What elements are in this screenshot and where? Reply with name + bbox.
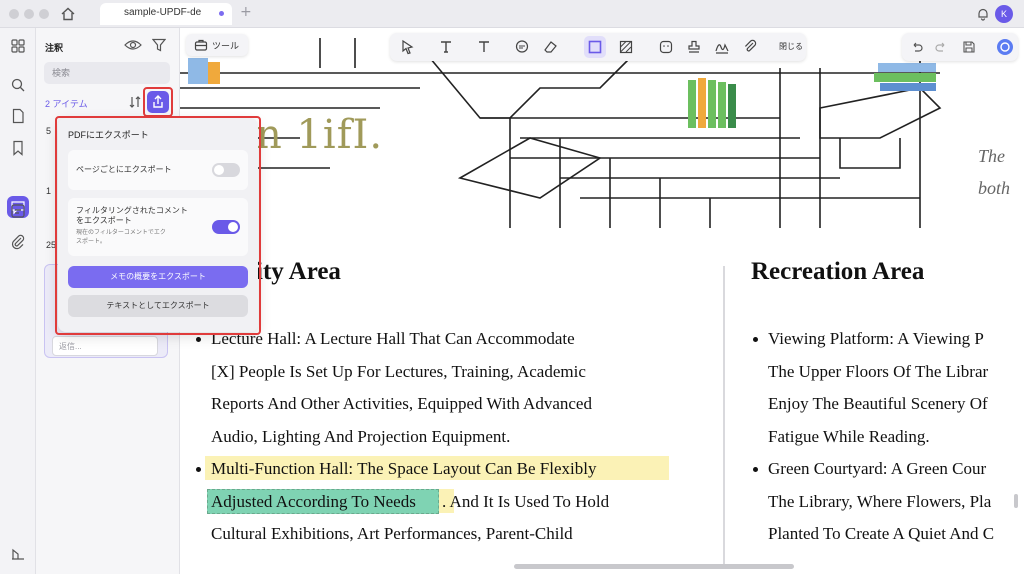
search-icon[interactable] — [10, 77, 26, 93]
eraser-icon[interactable] — [542, 39, 558, 55]
stamp-icon[interactable] — [686, 39, 702, 55]
panel-title: 注釈 — [45, 43, 64, 53]
window-minimize-dot[interactable] — [24, 9, 34, 19]
text-line: [X] People Is Set Up For Lectures, Train… — [211, 362, 586, 381]
text-line: Lecture Hall: A Lecture Hall That Can Ac… — [211, 329, 575, 348]
annotation-toolbar: 閉じる — [390, 33, 806, 61]
toggle-knob — [214, 165, 224, 175]
filtered-comments-hint: 現在のフィルターコメントでエク — [76, 230, 166, 236]
text-line: . And It Is Used To Hold — [442, 492, 610, 511]
window-close-dot[interactable] — [9, 9, 19, 19]
text-line: The Library, Where Flowers, Pla — [768, 492, 992, 511]
signature-icon[interactable] — [714, 39, 730, 55]
page-title-art: n 1ifI. — [256, 112, 384, 158]
rectangle-shape-icon[interactable] — [587, 39, 603, 55]
left-section-heading: ity Area — [256, 258, 341, 285]
text-line: Enjoy The Beautiful Scenery Of — [768, 394, 988, 413]
export-button-callout-frame — [143, 87, 173, 117]
text-line: Fatigue While Reading. — [768, 427, 930, 446]
comment-tool-icon[interactable] — [514, 39, 530, 55]
annotation-search-input[interactable] — [44, 62, 170, 84]
new-tab-plus-icon[interactable]: + — [240, 4, 252, 20]
text-line: Audio, Lighting And Projection Equipment… — [211, 427, 511, 446]
left-tool-rail — [0, 28, 36, 574]
filtered-comments-option: フィルタリングされたコメント をエクスポート 現在のフィルターコメントでエク ス… — [68, 198, 248, 256]
popup-title: PDFにエクスポート — [68, 130, 149, 140]
unsaved-dot-icon — [219, 11, 224, 16]
text-tool-icon[interactable] — [438, 39, 454, 55]
history-toolbar — [902, 33, 1018, 61]
text-line: Viewing Platform: A Viewing P — [768, 329, 984, 348]
document-tab[interactable]: sample-UPDF-de — [100, 3, 232, 25]
per-page-export-label: ページごとにエクスポート — [76, 165, 172, 174]
thumbnails-grid-icon[interactable] — [10, 38, 26, 54]
filtered-comments-label: フィルタリングされたコメント — [76, 206, 188, 215]
textbox-tool-icon[interactable] — [476, 39, 492, 55]
vertical-scrollbar[interactable] — [1014, 494, 1018, 508]
layers-icon[interactable] — [10, 546, 26, 562]
per-page-export-toggle[interactable] — [212, 163, 240, 177]
annotation-count: 2 アイテム — [45, 99, 88, 109]
text-line: Reports And Other Activities, Equipped W… — [211, 394, 592, 413]
sticker-icon[interactable] — [658, 39, 674, 55]
title-bar: sample-UPDF-de + K — [0, 0, 1024, 28]
document-canvas: ツール 閉じる n 1ifI. The both ity Area Recrea… — [180, 28, 1024, 574]
right-section-heading: Recreation Area — [751, 258, 925, 285]
bookmark-icon[interactable] — [10, 140, 26, 156]
bullet — [196, 337, 201, 342]
filtered-comments-hint: スポート。 — [76, 239, 106, 245]
eye-visibility-icon[interactable] — [124, 38, 142, 52]
bell-icon[interactable] — [976, 7, 990, 21]
text-line: Multi-Function Hall: The Space Layout Ca… — [211, 459, 597, 478]
export-as-text-button[interactable]: テキストとしてエクスポート — [68, 295, 248, 317]
page-icon[interactable] — [10, 108, 26, 124]
close-toolbar-button[interactable]: 閉じる — [779, 41, 803, 52]
reply-input[interactable] — [52, 336, 158, 356]
bullet — [753, 467, 758, 472]
home-icon[interactable] — [60, 6, 76, 22]
user-avatar[interactable]: K — [995, 5, 1013, 23]
side-italic-text: both — [978, 178, 1011, 198]
app-window: sample-UPDF-de + K 注釈 検索 2 アイテム 5 1 25 返… — [0, 0, 1024, 574]
ai-assistant-icon[interactable] — [996, 38, 1014, 56]
tab-title: sample-UPDF-de — [124, 7, 202, 18]
horizontal-scrollbar[interactable] — [514, 564, 794, 569]
tools-button[interactable]: ツール — [186, 34, 248, 56]
undo-icon[interactable] — [910, 40, 924, 54]
filtered-comments-toggle[interactable] — [212, 220, 240, 234]
text-line: The Upper Floors Of The Librar — [768, 362, 989, 381]
text-line: Cultural Exhibitions, Art Performances, … — [211, 524, 573, 543]
toolbox-icon — [194, 39, 208, 51]
panel-fragment: 25 — [46, 240, 57, 250]
tools-label: ツール — [212, 41, 240, 51]
form-fields-icon[interactable] — [10, 203, 26, 219]
toggle-knob — [228, 222, 238, 232]
text-line: Green Courtyard: A Green Cour — [768, 459, 987, 478]
sort-arrows-icon[interactable] — [128, 95, 142, 109]
panel-fragment: 5 — [46, 126, 52, 136]
text-line: Adjusted According To Needs — [211, 492, 416, 511]
paperclip-attach-icon[interactable] — [742, 39, 758, 55]
per-page-export-option: ページごとにエクスポート — [68, 150, 248, 190]
bullet — [196, 467, 201, 472]
window-zoom-dot[interactable] — [39, 9, 49, 19]
panel-fragment: 1 — [46, 186, 52, 196]
select-arrow-icon[interactable] — [400, 39, 416, 55]
export-summary-button[interactable]: メモの概要をエクスポート — [68, 266, 248, 288]
redo-icon[interactable] — [934, 40, 948, 54]
bullet — [753, 337, 758, 342]
text-line: Planted To Create A Quiet And C — [768, 524, 995, 543]
save-icon[interactable] — [962, 40, 976, 54]
column-divider — [723, 266, 725, 566]
side-italic-text: The — [978, 146, 1005, 166]
filtered-comments-label: をエクスポート — [76, 216, 132, 225]
attachment-paperclip-icon[interactable] — [10, 234, 26, 250]
filter-funnel-icon[interactable] — [152, 38, 166, 52]
area-hatch-icon[interactable] — [618, 39, 634, 55]
export-popup: PDFにエクスポート ページごとにエクスポート フィルタリングされたコメント を… — [58, 118, 258, 332]
